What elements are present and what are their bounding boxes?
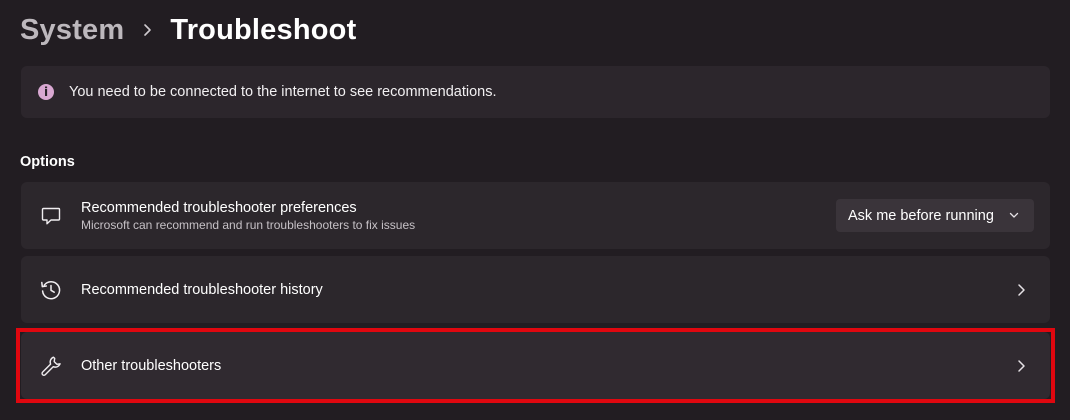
breadcrumb-chevron-icon [142, 23, 152, 37]
troubleshooter-preference-dropdown[interactable]: Ask me before running [836, 199, 1034, 232]
chevron-right-icon [1014, 283, 1028, 297]
options-section-title: Options [20, 154, 75, 170]
wrench-icon [39, 354, 63, 378]
history-icon [39, 278, 63, 302]
card-title: Other troubleshooters [81, 357, 222, 374]
breadcrumb-system[interactable]: System [20, 14, 124, 47]
info-bar-message: You need to be connected to the internet… [69, 84, 497, 100]
feedback-bubble-icon [39, 204, 63, 228]
card-title: Recommended troubleshooter history [81, 281, 323, 298]
page-title: Troubleshoot [170, 13, 357, 46]
other-troubleshooters-card[interactable]: Other troubleshooters [21, 332, 1050, 399]
troubleshoot-page: System Troubleshoot i You need to be con… [0, 0, 1070, 420]
info-icon: i [38, 84, 54, 100]
recommended-preferences-card: Recommended troubleshooter preferences M… [21, 182, 1050, 249]
breadcrumb: System Troubleshoot [20, 8, 356, 52]
card-subtitle: Microsoft can recommend and run troubles… [81, 217, 416, 232]
chevron-down-icon [1009, 212, 1019, 218]
dropdown-selected-value: Ask me before running [848, 207, 994, 224]
chevron-right-icon [1014, 359, 1028, 373]
info-bar: i You need to be connected to the intern… [21, 66, 1050, 118]
card-title: Recommended troubleshooter preferences [81, 199, 357, 216]
troubleshooter-history-card[interactable]: Recommended troubleshooter history [21, 256, 1050, 323]
